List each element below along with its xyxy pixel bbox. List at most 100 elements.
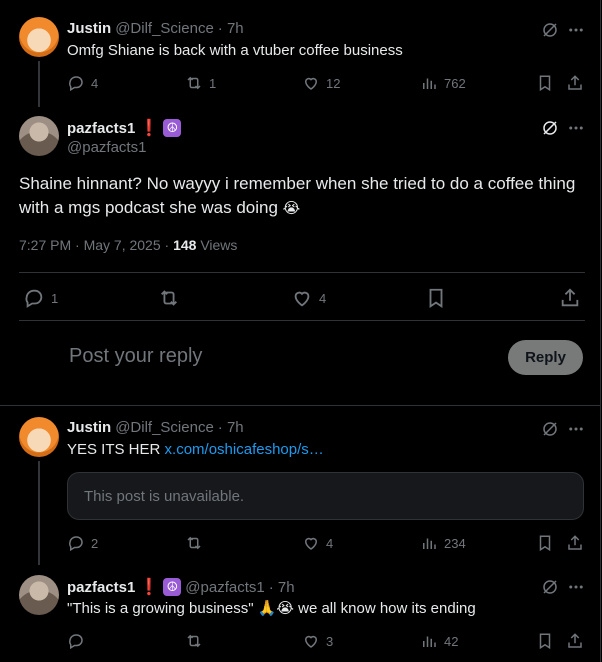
reply-input[interactable]: Post your reply (69, 345, 202, 368)
tweet-text: YES ITS HER x.com/oshicafeshop/s… (67, 441, 324, 458)
avatar[interactable] (19, 17, 59, 57)
views-count: 762 (444, 75, 466, 91)
timestamp[interactable]: · 7h (269, 579, 295, 596)
avatar[interactable] (19, 116, 59, 156)
grok-icon[interactable] (540, 20, 560, 40)
divider (19, 320, 585, 321)
reply-count: 2 (91, 535, 99, 551)
handle[interactable]: @Dilf_Science (115, 20, 214, 37)
views-label: Views (196, 237, 238, 253)
like-icon (304, 77, 318, 90)
retweet-action[interactable] (158, 287, 186, 309)
retweet-action[interactable]: 1 (185, 74, 216, 92)
tweet-link[interactable]: x.com/oshicafeshop/s… (165, 441, 324, 458)
retweet-action[interactable] (185, 632, 209, 650)
like-action[interactable]: 4 (291, 287, 326, 309)
tweet-timestamp[interactable]: 7:27 PM · May 7, 2025 · (19, 237, 173, 253)
retweet-icon (187, 536, 201, 550)
pray-crying-emojis: 🙏😭 (257, 600, 294, 617)
views-action[interactable]: 234 (420, 534, 466, 552)
reply-count: 1 (51, 290, 59, 306)
retweet-count: 1 (209, 75, 217, 91)
tweet-header: pazfacts1 ❗ ☮ @pazfacts1 · 7h (67, 577, 295, 597)
share-icon[interactable] (566, 534, 584, 552)
share-icon[interactable] (559, 287, 581, 309)
divider (0, 405, 601, 406)
quote-unavailable: This post is unavailable. (67, 472, 584, 520)
more-icon[interactable] (566, 419, 586, 439)
avatar[interactable] (19, 575, 59, 615)
share-icon[interactable] (566, 632, 584, 650)
exclamation-badge: ❗ (139, 120, 160, 137)
bookmark-icon[interactable] (536, 534, 554, 552)
tweet-meta: 7:27 PM · May 7, 2025 · 148 Views (19, 237, 237, 253)
like-action[interactable]: 12 (302, 74, 340, 92)
tweet-body-end: we all know how its ending (293, 600, 476, 617)
reply-count: 4 (91, 75, 99, 91)
reply-icon (69, 76, 83, 92)
thread-line (38, 461, 40, 565)
peace-badge: ☮ (163, 119, 182, 137)
reply-icon (25, 289, 43, 308)
conversation-frame: Justin @Dilf_Science · 7h Omfg Shiane is… (0, 0, 601, 662)
handle[interactable]: @Dilf_Science (115, 419, 214, 436)
like-count: 4 (319, 290, 327, 306)
display-name[interactable]: Justin (67, 20, 111, 37)
crying-emoji: 😭 (282, 200, 301, 217)
views-icon (423, 78, 436, 89)
like-action[interactable]: 4 (302, 534, 333, 552)
grok-icon[interactable] (540, 118, 560, 138)
reply-button[interactable]: Reply (508, 340, 583, 375)
like-icon (304, 635, 318, 648)
like-icon (294, 291, 310, 307)
more-icon[interactable] (566, 20, 586, 40)
thread-line (38, 61, 40, 107)
like-count: 3 (326, 633, 334, 649)
like-icon (304, 537, 318, 550)
views-action[interactable]: 762 (420, 74, 466, 92)
more-icon[interactable] (566, 577, 586, 597)
views-icon (423, 538, 436, 549)
timestamp[interactable]: · 7h (218, 20, 244, 37)
reply-action[interactable]: 2 (67, 534, 98, 552)
views-number: 148 (173, 237, 197, 253)
avatar[interactable] (19, 417, 59, 457)
like-action[interactable]: 3 (302, 632, 333, 650)
display-name[interactable]: pazfacts1 (67, 120, 135, 137)
more-icon[interactable] (566, 118, 586, 138)
bookmark-icon[interactable] (536, 74, 554, 92)
like-count: 12 (326, 75, 341, 91)
tweet-header: Justin @Dilf_Science · 7h (67, 419, 244, 436)
tweet-body: YES ITS HER (67, 441, 165, 458)
display-name[interactable]: pazfacts1 (67, 579, 135, 596)
reply-icon (69, 634, 83, 650)
main-tweet-text: Shaine hinnant? No wayyy i remember when… (19, 172, 579, 221)
tweet-text: "This is a growing business" 🙏😭 we all k… (67, 599, 476, 617)
like-count: 4 (326, 535, 334, 551)
exclamation-badge: ❗ (139, 579, 160, 596)
display-name[interactable]: Justin (67, 419, 111, 436)
divider (19, 272, 585, 273)
timestamp[interactable]: · 7h (218, 419, 244, 436)
retweet-icon (187, 76, 201, 90)
share-icon[interactable] (566, 74, 584, 92)
reply-icon (69, 536, 83, 552)
reply-action[interactable]: 4 (67, 74, 98, 92)
tweet-body: "This is a growing business" (67, 600, 258, 617)
grok-icon[interactable] (540, 577, 560, 597)
tweet-text: Omfg Shiane is back with a vtuber coffee… (67, 42, 403, 59)
reply-action[interactable]: 1 (23, 287, 58, 309)
views-count: 234 (444, 535, 466, 551)
reply-action[interactable] (67, 632, 91, 650)
views-action[interactable]: 42 (420, 632, 458, 650)
views-icon (423, 636, 436, 647)
handle[interactable]: @pazfacts1 (67, 139, 146, 156)
retweet-icon (161, 290, 177, 306)
handle[interactable]: @pazfacts1 (185, 579, 264, 596)
tweet-header: pazfacts1 ❗ ☮ (67, 118, 182, 138)
grok-icon[interactable] (540, 419, 560, 439)
retweet-action[interactable] (185, 534, 209, 552)
views-count: 42 (444, 633, 459, 649)
bookmark-icon[interactable] (425, 287, 447, 309)
bookmark-icon[interactable] (536, 632, 554, 650)
